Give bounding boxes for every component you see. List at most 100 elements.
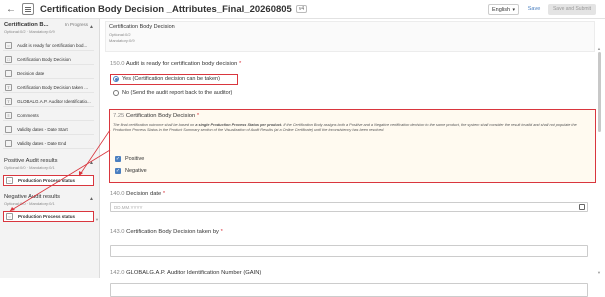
sidebar-item-decision-taken-by[interactable]: T Certification Body Decision taken ... [3,82,94,93]
optional-count: Optional:0/2 [109,32,131,37]
question-number: 150.0 [110,61,125,67]
sidebar-item-label: Validity dates - Date Start [17,126,68,132]
sidebar-item-positive-production-status[interactable]: ○ Production Process status [3,175,94,186]
text-field-icon: T [5,97,12,105]
question-label: Audit is ready for certification body de… [125,61,238,67]
question-decision-date: 140.0 Decision date * [110,191,165,197]
mandatory-count: Mandatory:0/9 [109,38,135,43]
sidebar-item-label: Comments [17,112,39,118]
checkmark-icon: ✓ [115,168,121,174]
page-title: Certification Body Decision _Attributes_… [40,3,292,15]
scroll-down-icon[interactable]: ▼ [597,270,601,275]
chevron-up-icon[interactable]: ▲ [89,196,94,202]
sidebar-item-label: GLOBALG.A.P. Auditor Identificatio... [17,98,91,104]
sidebar-item-date-end[interactable]: Validity dates - Date End [3,138,94,149]
sidebar-item-auditor-id[interactable]: T GLOBALG.A.P. Auditor Identificatio... [3,96,94,107]
main-content: Certification Body Decision Optional:0/2… [101,19,605,297]
text-field-icon: T [5,83,12,91]
language-value: English [492,7,511,13]
radio-icon: ○ [6,213,13,220]
calendar-icon [5,125,12,133]
section-progress: Optional:0/0 · Mandatory:0/1 [4,201,55,206]
sidebar-item-label: Certification Body Decision [17,56,71,62]
question-label: GLOBALG.A.P. Auditor Identification Numb… [126,270,262,276]
scrollbar[interactable] [598,52,601,132]
section-progress: Optional:0/2 · Mandatory:0/9 [4,29,55,34]
radio-label: No (Send the audit report back to the au… [122,90,233,96]
status-badge: In Progress [64,22,88,27]
checkbox-negative[interactable]: ✓ Negative [115,168,147,174]
sidebar-item-cb-decision[interactable]: □ Certification Body Decision [3,54,94,65]
section-card-header: Certification Body Decision Optional:0/2… [105,21,595,52]
radio-no[interactable]: No (Send the audit report back to the au… [113,90,232,96]
card-title: Certification Body Decision [109,24,175,30]
sidebar-item-comments[interactable]: ≡ Comments [3,110,94,121]
version-badge: v4 [295,5,308,13]
sidebar-item-label: Certification Body Decision taken ... [17,84,89,90]
radio-yes[interactable]: Yes (Certification decision can be taken… [113,76,220,82]
sidebar-item-label: Audit is ready for certification bod... [17,42,88,48]
sidebar-item-label: Production Process status [18,178,76,183]
chevron-up-icon[interactable]: ▲ [89,24,94,30]
question-number: 143.0 [110,229,125,235]
radio-label: Yes (Certification decision can be taken… [122,76,220,82]
sidebar-item-label: Production Process status [18,214,76,219]
sidebar-item-decision-date[interactable]: Decision date [3,68,94,79]
decision-taken-by-input[interactable] [110,245,588,257]
radio-selected-icon [113,76,119,82]
sidebar-item-label: Validity dates - Date End [17,140,67,146]
radio-icon: ○ [5,41,12,49]
question-decision-taken-by: 143.0 Certification Body Decision taken … [110,229,223,235]
question-label: Certification Body Decision taken by [126,229,219,235]
question-number: 7.25 [113,113,125,119]
question-number: 142.0 [110,270,125,276]
scroll-down-icon[interactable]: ▼ [95,217,99,222]
section-title: Negative Audit results [4,194,61,200]
auditor-id-input[interactable] [110,283,588,297]
chevron-down-icon: ▾ [512,7,515,13]
sidebar-section-positive[interactable]: Positive Audit results Optional:0/0 · Ma… [4,158,94,170]
menu-icon[interactable] [22,3,34,15]
question-header: 7.25 Certification Body Decision * [113,113,199,119]
question-label: Certification Body Decision [125,113,196,119]
calendar-icon[interactable] [579,204,585,210]
scroll-up-icon[interactable]: ▲ [597,46,601,51]
checkbox-label: Negative [125,168,147,174]
required-marker: * [238,61,242,67]
required-marker: * [162,191,166,197]
checkbox-positive[interactable]: ✓ Positive [115,156,144,162]
question-auditor-id: 142.0 GLOBALG.A.P. Auditor Identificatio… [110,270,261,276]
save-button[interactable]: Save [525,4,543,15]
question-audit-ready: 150.0 Audit is ready for certification b… [110,61,241,67]
chevron-up-icon[interactable]: ▲ [89,160,94,166]
sidebar-item-date-start[interactable]: Validity dates - Date Start [3,124,94,135]
calendar-icon [5,69,12,77]
checkbox-label: Positive [125,156,145,162]
comment-icon: ≡ [5,111,12,119]
radio-icon: ○ [6,177,13,184]
sidebar-item-negative-production-status[interactable]: ○ Production Process status [3,211,94,222]
sidebar-section-certification[interactable]: Certification B... Optional:0/2 · Mandat… [4,22,94,34]
decision-date-input[interactable]: DD.MM.YYYY [110,202,588,212]
question-label: Decision date [126,191,162,197]
top-bar: ← Certification Body Decision _Attribute… [0,0,605,19]
back-arrow-icon[interactable]: ← [4,2,18,16]
sidebar-item-audit-ready[interactable]: ○ Audit is ready for certification bod... [3,40,94,51]
radio-unselected-icon [113,90,119,96]
required-marker: * [196,113,200,119]
question-number: 140.0 [110,191,125,197]
question-cb-decision: 7.25 Certification Body Decision * The f… [109,109,596,183]
checkbox-icon: □ [5,55,12,63]
sidebar: Certification B... Optional:0/2 · Mandat… [0,19,100,278]
info-text: The final certification outcome shall be… [113,123,593,133]
checkmark-icon: ✓ [115,156,121,162]
info-text-bold: a single Production Process Status per p… [195,123,283,127]
save-and-submit-button[interactable]: Save and Submit [548,4,596,15]
calendar-icon [5,139,12,147]
required-marker: * [220,229,223,235]
sidebar-section-negative[interactable]: Negative Audit results Optional:0/0 · Ma… [4,194,94,206]
sidebar-item-label: Decision date [17,70,45,76]
section-title: Positive Audit results [4,158,58,164]
section-progress: Optional:0/0 · Mandatory:0/1 [4,165,55,170]
language-select[interactable]: English ▾ [488,4,519,15]
